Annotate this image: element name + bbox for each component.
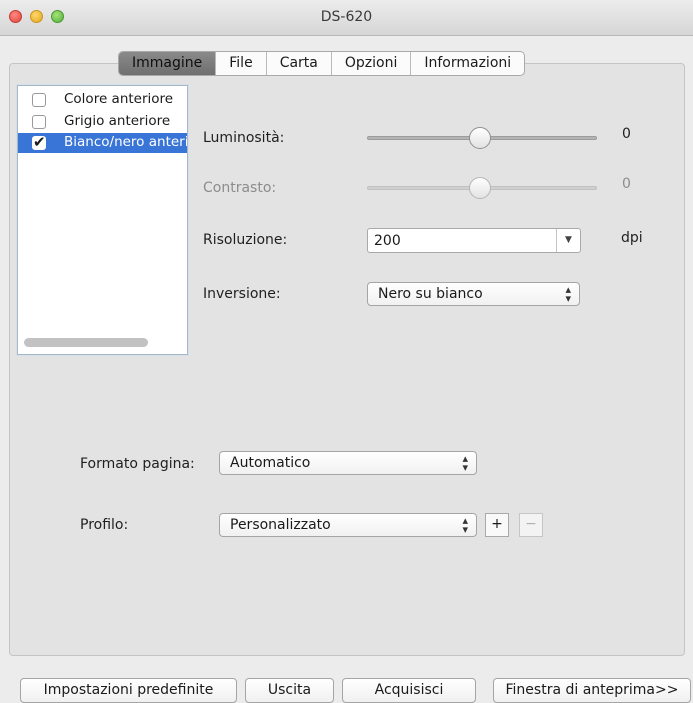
- tab-file[interactable]: File: [215, 52, 265, 75]
- page-format-label: Formato pagina:: [80, 456, 195, 472]
- profile-popup[interactable]: Personalizzato ▴ ▾: [219, 513, 477, 537]
- up-down-chevron-icon: ▴ ▾: [565, 283, 571, 305]
- list-item-label: Colore anteriore: [64, 91, 174, 107]
- profile-value: Personalizzato: [230, 517, 331, 533]
- page-format-value: Automatico: [230, 455, 311, 471]
- resolution-unit: dpi: [621, 230, 643, 246]
- contrast-value: 0: [622, 176, 631, 192]
- tab-informazioni[interactable]: Informazioni: [410, 52, 524, 75]
- slider-knob[interactable]: [469, 127, 491, 149]
- brightness-slider[interactable]: [367, 127, 597, 149]
- exit-button[interactable]: Uscita: [245, 678, 334, 703]
- image-type-list[interactable]: Colore anteriore Grigio anteriore ✔ Bian…: [17, 85, 188, 355]
- up-down-chevron-icon: ▴ ▾: [462, 452, 468, 474]
- brightness-label: Luminosità:: [203, 130, 285, 146]
- title-bar: DS-620: [0, 0, 693, 36]
- resolution-combo[interactable]: 200 ▼: [367, 228, 581, 253]
- tab-opzioni[interactable]: Opzioni: [330, 52, 410, 75]
- inversion-label: Inversione:: [203, 286, 281, 302]
- chevron-down-icon[interactable]: ▼: [556, 229, 580, 252]
- tab-carta[interactable]: Carta: [265, 52, 331, 75]
- checkmark-icon: ✔: [33, 133, 46, 151]
- list-item-colore[interactable]: Colore anteriore: [18, 90, 187, 110]
- checkbox-checked[interactable]: ✔: [32, 133, 46, 151]
- list-item-bianco-nero[interactable]: ✔ Bianco/nero anteriore: [18, 133, 188, 153]
- preview-button[interactable]: Finestra di anteprima>>: [493, 678, 691, 703]
- list-item-label: Grigio anteriore: [64, 113, 171, 129]
- tab-bar: Immagine File Carta Opzioni Informazioni: [118, 51, 526, 76]
- resolution-value[interactable]: 200: [374, 233, 401, 249]
- contrast-label: Contrasto:: [203, 180, 277, 196]
- window-title: DS-620: [320, 9, 373, 25]
- inversion-popup[interactable]: Nero su bianco ▴ ▾: [367, 282, 580, 306]
- contrast-slider: [367, 177, 597, 199]
- list-item-grigio[interactable]: Grigio anteriore: [18, 112, 187, 132]
- horizontal-scrollbar[interactable]: [24, 338, 148, 347]
- remove-profile-button[interactable]: −: [519, 513, 543, 537]
- resolution-label: Risoluzione:: [203, 232, 288, 248]
- profile-label: Profilo:: [80, 517, 129, 533]
- page-format-popup[interactable]: Automatico ▴ ▾: [219, 451, 477, 475]
- list-item-label: Bianco/nero anteriore: [64, 134, 188, 150]
- add-profile-button[interactable]: +: [485, 513, 509, 537]
- defaults-button[interactable]: Impostazioni predefinite: [20, 678, 237, 703]
- acquire-button[interactable]: Acquisisci: [342, 678, 476, 703]
- scanner-window: DS-620 Immagine File Carta Opzioni Infor…: [0, 0, 693, 703]
- checkbox[interactable]: [32, 115, 46, 129]
- up-down-chevron-icon: ▴ ▾: [462, 514, 468, 536]
- slider-knob: [469, 177, 491, 199]
- tab-immagine[interactable]: Immagine: [119, 52, 216, 75]
- checkbox[interactable]: [32, 93, 46, 107]
- brightness-value: 0: [622, 126, 631, 142]
- inversion-value: Nero su bianco: [378, 286, 483, 302]
